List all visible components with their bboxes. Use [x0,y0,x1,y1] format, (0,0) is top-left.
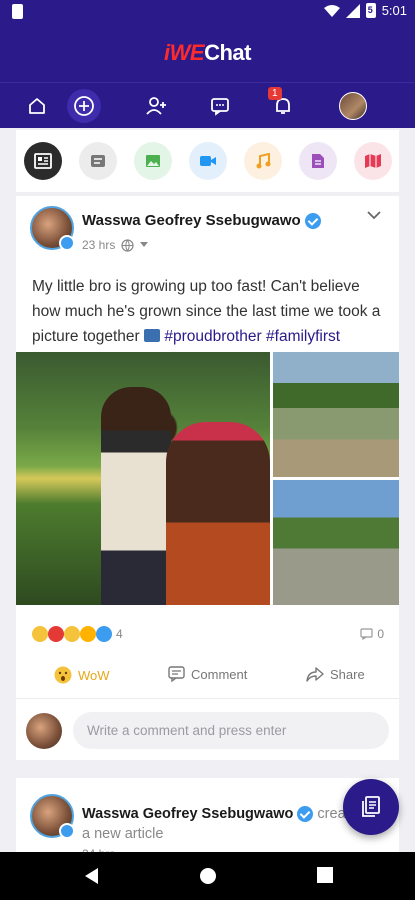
logo-prefix: iWE [164,40,205,65]
image-icon [146,155,160,167]
haha-reaction-icon [64,626,80,642]
avatar [339,92,367,120]
app-logo: iWEChat [164,40,251,66]
top-nav: 1 [0,82,415,128]
author-avatar[interactable] [30,206,75,251]
comment-icon [168,666,185,682]
author-name[interactable]: Wasswa Geofrey Ssebugwawo [82,212,301,229]
create-post-button[interactable] [67,89,101,123]
home-icon [29,98,45,114]
battery-icon: 5 [365,3,376,18]
home-button[interactable] [20,89,54,123]
battery-level: 5 [367,5,373,15]
share-label: Share [330,666,365,682]
system-nav-bar [0,852,415,900]
notifications-button[interactable]: 1 [266,87,300,123]
newspaper-icon [34,153,52,169]
app-header: iWEChat [0,24,415,82]
article-icon [362,796,380,817]
filter-image-button[interactable] [134,142,172,180]
map-icon [365,154,381,168]
profile-button[interactable] [336,89,370,123]
comment-input[interactable] [73,712,389,749]
current-user-avatar [26,713,62,749]
clock: 5:01 [381,3,407,18]
verified-icon [297,806,314,823]
photo-top-right[interactable] [273,352,399,477]
post-meta: 23 hrs [82,238,149,252]
back-icon[interactable] [82,866,100,886]
post-card: Wasswa Geofrey Ssebugwawo 23 hrs My litt… [16,196,399,760]
divider [16,698,399,699]
plus-circle-icon [74,96,94,116]
photo-person [101,387,171,605]
logo-suffix: Chat [204,40,251,65]
wow-label: WoW [78,667,110,683]
signal-icon [345,3,360,18]
verified-check-icon [59,235,75,251]
comment-label: Comment [191,666,248,682]
verified-icon [304,213,321,230]
post-title: Wasswa Geofrey Ssebugwawo create a new a… [82,804,382,858]
wifi-icon [323,4,340,17]
author-avatar[interactable] [30,794,75,839]
hashtag-link[interactable]: #proudbrother [164,328,261,345]
camera-emoji-icon [144,329,161,342]
love-reaction-icon [48,626,64,642]
wow-button[interactable]: WoW [54,666,110,684]
globe-icon [121,238,134,252]
add-user-icon [146,97,166,115]
filter-map-button[interactable] [354,142,392,180]
wow-emoji-icon [54,666,72,684]
post-text: My little bro is growing up too fast! Ca… [32,274,384,349]
photo-bottom-right[interactable] [273,480,399,605]
reactions-summary[interactable]: 4 0 [32,624,384,644]
post-actions: WoW Comment Share [16,658,399,694]
like-reaction-icon [96,626,112,642]
filter-text-button[interactable] [79,142,117,180]
sim-icon [12,4,23,19]
text-icon [91,155,105,167]
verified-check-icon [59,823,75,839]
recents-icon[interactable] [316,866,334,884]
filter-audio-button[interactable] [244,142,282,180]
chevron-down-icon[interactable] [367,210,381,220]
notification-badge: 1 [268,87,282,100]
add-friend-button[interactable] [140,89,174,123]
music-icon [256,153,271,169]
document-icon [312,154,324,168]
comment-button[interactable]: Comment [168,666,247,682]
share-icon [306,667,324,682]
wow-reaction-icon [32,626,48,642]
reaction-count: 4 [116,627,123,641]
status-bar: 5 5:01 [0,0,415,24]
hashtag-link[interactable]: #familyfirst [266,328,340,345]
post-type-filter [16,130,399,192]
comment-icon [360,628,373,640]
photo-main[interactable] [16,352,270,605]
post-time: 23 hrs [82,238,116,252]
caret-down-icon[interactable] [140,242,149,248]
photo-person [166,422,270,605]
post2-action-line2: a new article [82,826,164,842]
share-button[interactable]: Share [306,666,365,682]
laugh-reaction-icon [80,626,96,642]
comment-count[interactable]: 0 [360,627,384,641]
status-icons: 5 5:01 [323,3,407,18]
chat-icon [211,98,229,116]
filter-all-button[interactable] [24,142,62,180]
post2-author[interactable]: Wasswa Geofrey Ssebugwawo [82,806,293,822]
post-card: Wasswa Geofrey Ssebugwawo create a new a… [16,778,399,858]
home-nav-icon[interactable] [198,866,218,886]
video-icon [200,156,216,166]
photo-gallery [16,352,399,605]
new-article-fab[interactable] [343,779,399,835]
messages-button[interactable] [203,89,237,123]
filter-document-button[interactable] [299,142,337,180]
filter-video-button[interactable] [189,142,227,180]
comment-count-value: 0 [377,627,384,641]
post-author[interactable]: Wasswa Geofrey Ssebugwawo [82,212,321,230]
